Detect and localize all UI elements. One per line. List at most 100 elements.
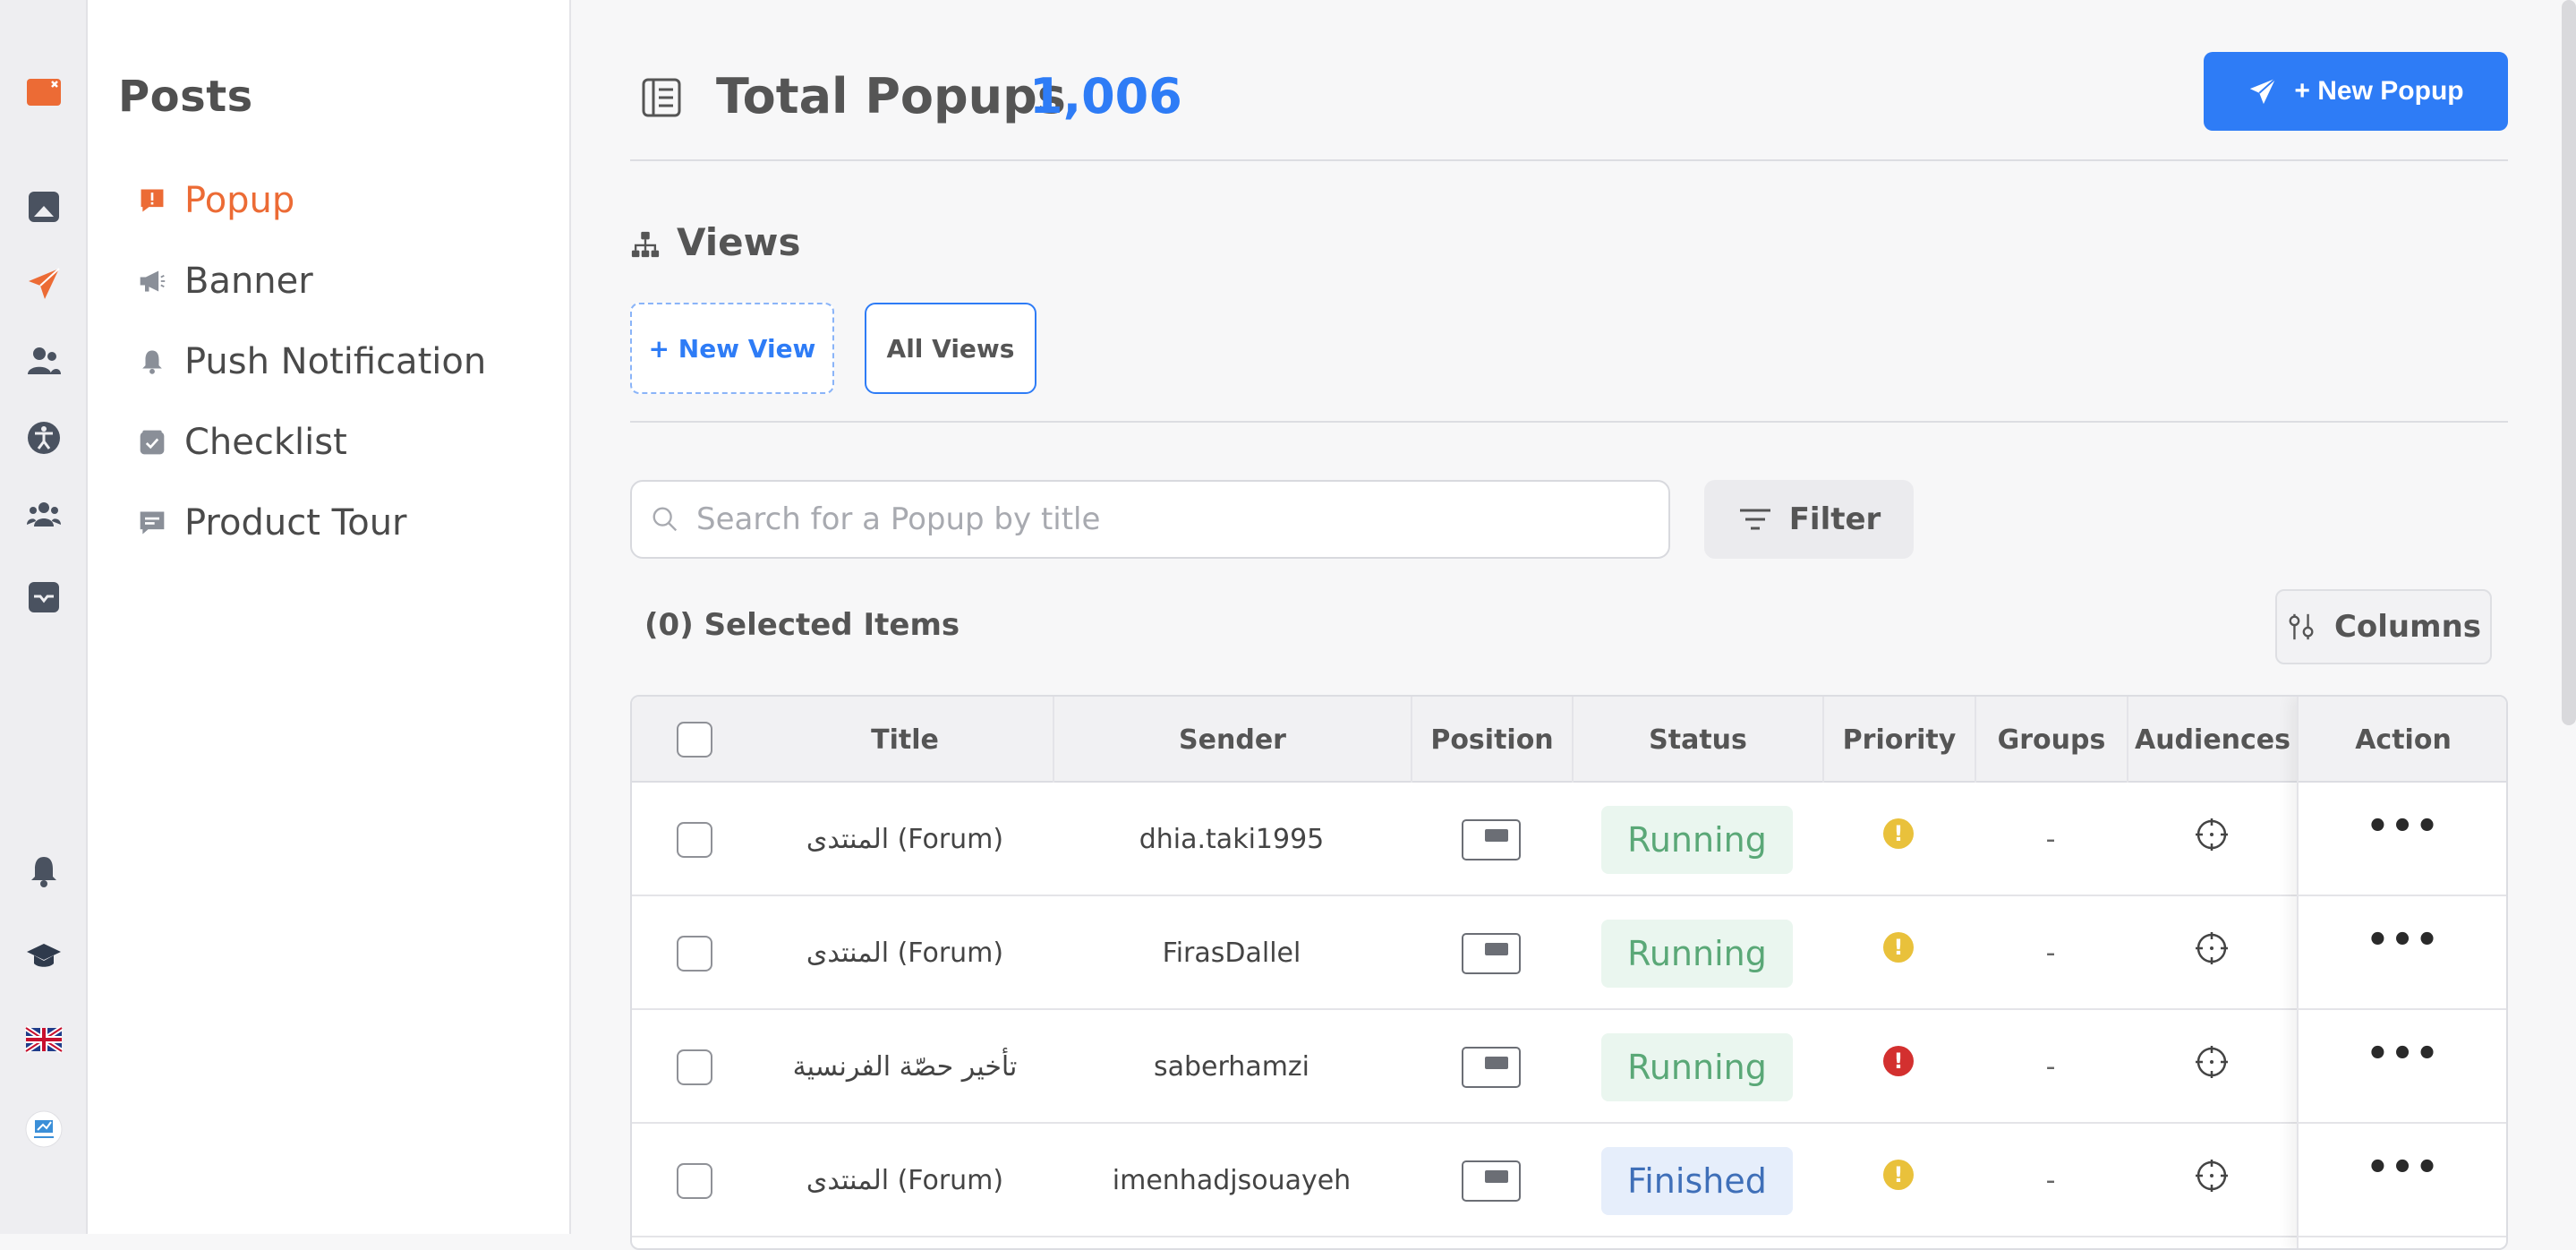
main-content: Total Popups 1,006 + New Popup Views + N… [573, 0, 2576, 1250]
row-status: Running [1572, 1010, 1822, 1124]
row-title: المنتدى (Forum) [806, 938, 1004, 969]
selected-items-count: (0) Selected Items [644, 607, 960, 643]
all-views-button[interactable]: All Views [865, 303, 1036, 394]
table-header: Title Sender Position Status Priority Gr… [632, 697, 2506, 783]
popup-alert-icon [136, 184, 168, 217]
row-checkbox[interactable] [677, 1162, 712, 1199]
table-row[interactable]: المنتدى (Forum) imenhadjsouayeh Finished! -… [632, 1124, 2506, 1237]
action-column-shadow [2297, 697, 2506, 1248]
status-badge: Running [1601, 919, 1793, 988]
position-icon [1462, 932, 1521, 974]
row-checkbox[interactable] [677, 935, 712, 972]
table-row[interactable]: تأخير حصّة الفرنسية saberhamzi Running! - ••… [632, 1010, 2506, 1124]
new-view-button[interactable]: + New View [630, 303, 834, 394]
row-select-cell [632, 1010, 757, 1124]
table-row[interactable]: المنتدى (Forum) FirasDallel Running! - ••• [632, 896, 2506, 1010]
uk-flag-icon[interactable] [21, 1017, 66, 1062]
users-icon[interactable] [21, 338, 66, 383]
row-sender: imenhadjsouayeh [1112, 1165, 1352, 1196]
row-checkbox[interactable] [677, 1049, 712, 1085]
document-list-icon [641, 77, 682, 118]
filter-button[interactable]: Filter [1704, 480, 1914, 559]
row-priority: ! [1822, 783, 1975, 896]
icon-rail [0, 0, 88, 1234]
select-all-cell [632, 697, 757, 783]
search-box [630, 480, 1670, 559]
filter-label: Filter [1788, 501, 1881, 537]
sidebar-item-label: Push Notification [184, 341, 487, 382]
filter-icon [1739, 509, 1770, 530]
row-title: المنتدى (Forum) [806, 824, 1004, 855]
columns-label: Columns [2333, 609, 2482, 645]
inbox-icon[interactable] [21, 575, 66, 620]
send-icon [2250, 78, 2277, 105]
row-title: المنتدى (Forum) [806, 1165, 1004, 1196]
bell-icon [136, 346, 168, 378]
row-sender: FirasDallel [1162, 938, 1301, 969]
priority-icon: ! [1883, 1046, 1914, 1076]
sidebar-item-popup[interactable]: Popup [136, 174, 294, 227]
row-groups: - [2045, 824, 2056, 855]
group-icon[interactable] [21, 492, 66, 537]
hierarchy-icon [630, 229, 662, 261]
column-header-position[interactable]: Position [1411, 697, 1572, 783]
accessibility-icon[interactable] [21, 415, 66, 460]
status-badge: Running [1601, 805, 1793, 874]
megaphone-icon [136, 265, 168, 297]
academy-avatar-icon[interactable] [21, 1107, 66, 1152]
send-icon[interactable] [21, 261, 66, 306]
target-icon[interactable] [2194, 930, 2230, 966]
row-select-cell [632, 1124, 757, 1237]
row-audiences [2127, 1124, 2297, 1237]
target-icon[interactable] [2194, 1158, 2230, 1194]
row-audiences [2127, 896, 2297, 1010]
sidebar-item-label: Checklist [184, 422, 347, 463]
row-sender: saberhamzi [1153, 1051, 1310, 1083]
select-all-checkbox[interactable] [677, 722, 712, 758]
column-header-sender[interactable]: Sender [1053, 697, 1411, 783]
graduation-cap-icon[interactable] [21, 933, 66, 978]
sidebar-title: Posts [118, 72, 253, 122]
sidebar-item-product-tour[interactable]: Product Tour [136, 496, 407, 550]
posts-sidebar: Posts Popup Banner Push Notification Che… [88, 0, 571, 1234]
column-header-audiences[interactable]: Audiences [2127, 697, 2297, 783]
sidebar-item-checklist[interactable]: Checklist [136, 415, 347, 469]
views-title: Views [677, 220, 801, 264]
position-icon [1462, 1046, 1521, 1088]
priority-icon: ! [1883, 818, 1914, 849]
column-header-groups[interactable]: Groups [1975, 697, 2127, 783]
column-header-priority[interactable]: Priority [1822, 697, 1975, 783]
page-scrollbar[interactable] [2562, 0, 2576, 725]
total-count: 1,006 [1029, 68, 1182, 124]
search-input[interactable] [696, 501, 1645, 537]
sidebar-item-banner[interactable]: Banner [136, 254, 313, 308]
row-position [1411, 1124, 1572, 1237]
sidebar-item-push-notification[interactable]: Push Notification [136, 335, 486, 389]
row-title: تأخير حصّة الفرنسية [792, 1051, 1018, 1083]
row-select-cell [632, 783, 757, 896]
chat-icon [136, 507, 168, 539]
search-icon [653, 507, 678, 532]
columns-button[interactable]: Columns [2275, 589, 2492, 664]
target-icon[interactable] [2194, 817, 2230, 852]
logo-icon[interactable] [21, 70, 66, 115]
sidebar-item-label: Product Tour [184, 502, 407, 544]
position-icon [1462, 1160, 1521, 1202]
status-badge: Running [1601, 1032, 1793, 1101]
sidebar-item-label: Popup [184, 180, 295, 221]
new-popup-label: + New Popup [2294, 76, 2464, 106]
row-position [1411, 896, 1572, 1010]
table-row[interactable]: المنتدى (Forum) dhia.taki1995 Running! - ••• [632, 783, 2506, 896]
column-header-title[interactable]: Title [757, 697, 1053, 783]
row-select-cell [632, 896, 757, 1010]
row-checkbox[interactable] [677, 821, 712, 858]
new-popup-button[interactable]: + New Popup [2204, 52, 2508, 131]
row-sender: dhia.taki1995 [1139, 824, 1325, 855]
target-icon[interactable] [2194, 1044, 2230, 1080]
row-status: Running [1572, 783, 1822, 896]
row-position [1411, 783, 1572, 896]
sidebar-item-label: Banner [184, 261, 313, 302]
column-header-status[interactable]: Status [1572, 697, 1822, 783]
bell-icon[interactable] [21, 849, 66, 894]
mobile-icon[interactable] [21, 184, 66, 229]
